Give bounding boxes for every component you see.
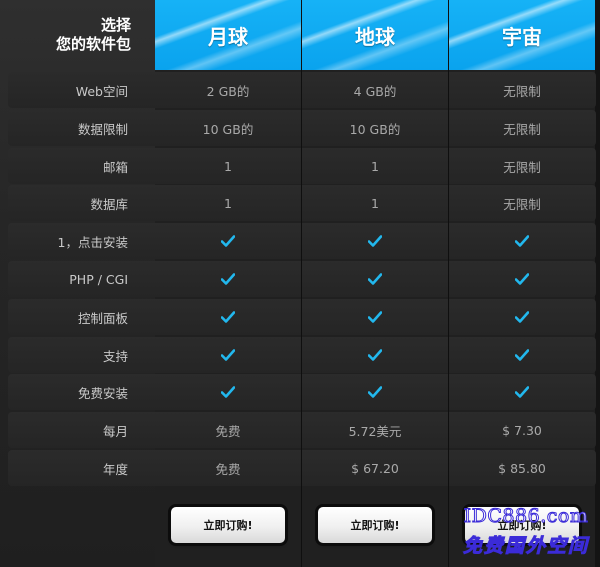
feature-check-cell: [302, 337, 448, 373]
select-title-line2: 您的软件包: [55, 35, 131, 53]
feature-check-cell: [302, 261, 448, 297]
feature-label: 控制面板: [77, 310, 128, 326]
check-icon: [515, 311, 529, 323]
plan-name: 月球: [208, 24, 248, 49]
feature-label: 数据库: [90, 196, 128, 212]
feature-label: 邮箱: [102, 159, 128, 175]
feature-check-cell: [155, 337, 301, 373]
feature-value: 10 GB的: [202, 121, 254, 137]
feature-value: $ 85.80: [498, 460, 546, 476]
plan-header-moon: 月球: [155, 0, 301, 70]
check-icon: [368, 349, 382, 361]
feature-check-cell: [302, 374, 448, 410]
feature-value: 5.72美元: [348, 423, 402, 439]
feature-label: 支持: [102, 348, 128, 364]
feature-value: 1: [224, 158, 232, 174]
plan-header-universe: 宇宙: [449, 0, 595, 70]
feature-check-cell: [302, 299, 448, 335]
order-button-moon[interactable]: 立即订购!: [171, 507, 285, 543]
feature-label: 免费安装: [77, 385, 128, 401]
check-icon: [368, 235, 382, 247]
feature-check-cell: [302, 223, 448, 259]
feature-check-cell: [449, 299, 595, 335]
feature-value: 4 GB的: [353, 83, 397, 99]
check-icon: [221, 273, 235, 285]
order-button-earth[interactable]: 立即订购!: [318, 507, 432, 543]
feature-value: 免费: [215, 461, 241, 477]
feature-check-cell: [449, 374, 595, 410]
check-icon: [515, 386, 529, 398]
select-title-line1: 选择: [100, 16, 131, 34]
check-icon: [515, 235, 529, 247]
check-icon: [368, 273, 382, 285]
plan-header-earth: 地球: [302, 0, 448, 70]
feature-value: $ 67.20: [351, 460, 399, 476]
check-icon: [368, 311, 382, 323]
feature-value: 1: [224, 195, 232, 211]
check-icon: [221, 235, 235, 247]
feature-check-cell: [449, 261, 595, 297]
feature-value: 1: [371, 195, 379, 211]
feature-value: 无限制: [503, 83, 541, 99]
feature-value: 2 GB的: [206, 83, 250, 99]
column-divider: [301, 0, 302, 567]
feature-check-cell: [155, 374, 301, 410]
feature-label: 年度: [102, 461, 128, 477]
order-button-universe[interactable]: 立即订购!: [465, 507, 579, 543]
check-icon: [515, 349, 529, 361]
feature-check-cell: [449, 223, 595, 259]
feature-label: 每月: [102, 423, 128, 439]
feature-value: 无限制: [503, 121, 541, 137]
pricing-table: 选择 您的软件包 月球 地球 宇宙 Web空间 2 GB的 4 GB的 无限制 数据限制…: [0, 0, 600, 567]
feature-label: PHP / CGI: [69, 271, 128, 287]
feature-label: Web空间: [75, 83, 128, 99]
check-icon: [515, 273, 529, 285]
check-icon: [221, 349, 235, 361]
feature-value: 无限制: [503, 196, 541, 212]
feature-value: 无限制: [503, 159, 541, 175]
feature-value: $ 7.30: [502, 422, 542, 438]
select-package-title: 选择 您的软件包: [0, 0, 155, 70]
check-icon: [221, 386, 235, 398]
check-icon: [221, 311, 235, 323]
feature-check-cell: [449, 337, 595, 373]
check-icon: [368, 386, 382, 398]
feature-check-cell: [155, 299, 301, 335]
feature-label: 1，点击安装: [57, 234, 128, 250]
feature-value: 10 GB的: [349, 121, 401, 137]
plan-name: 宇宙: [502, 24, 542, 49]
feature-value: 免费: [215, 423, 241, 439]
feature-check-cell: [155, 261, 301, 297]
column-divider: [448, 0, 449, 567]
feature-label: 数据限制: [77, 121, 128, 137]
feature-value: 1: [371, 158, 379, 174]
plan-name: 地球: [355, 24, 395, 49]
feature-check-cell: [155, 223, 301, 259]
